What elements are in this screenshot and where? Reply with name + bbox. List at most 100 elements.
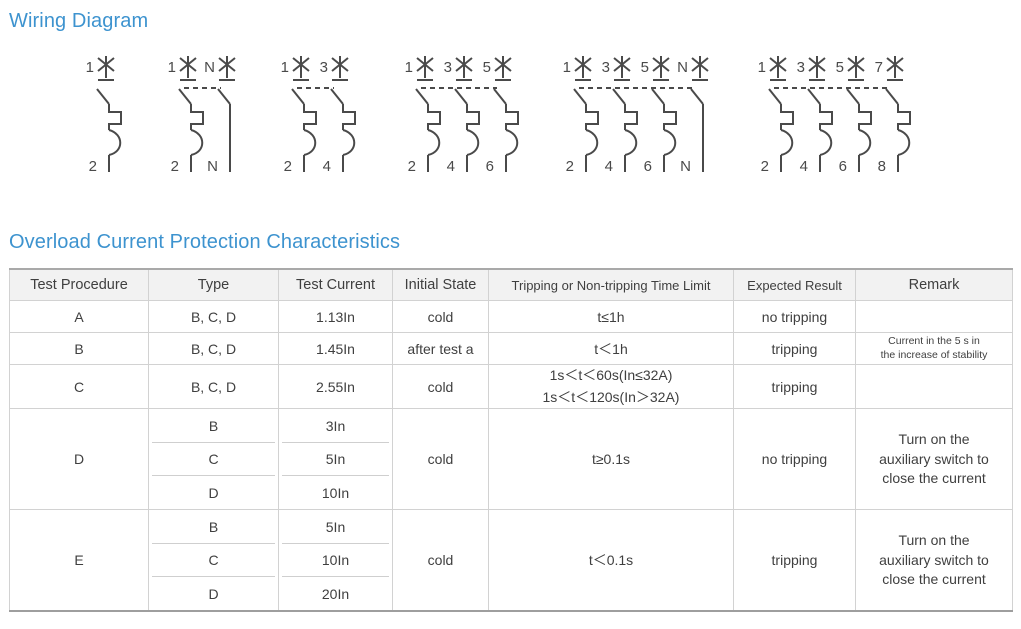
- svg-text:6: 6: [644, 158, 652, 175]
- text-line: auxiliary switch to: [879, 551, 989, 568]
- cell-type-group: BCD: [148, 509, 279, 613]
- breaker-symbol-1p: 12: [86, 56, 122, 175]
- svg-text:2: 2: [408, 158, 416, 175]
- text-line: the increase of stability: [880, 348, 988, 361]
- svg-text:2: 2: [171, 158, 179, 175]
- cell-remark: Turn on the auxiliary switch to close the …: [855, 408, 1013, 511]
- cell-expected-result: no tripping: [733, 408, 856, 511]
- cell-type-group: BCD: [148, 408, 279, 511]
- wiring-diagram-2p: 1 2 3 4: [281, 56, 374, 190]
- text-line: 1s＜t＜120s(In＞32A): [542, 388, 680, 405]
- cell-remark: [855, 363, 1013, 410]
- text-line: close the current: [882, 470, 986, 487]
- svg-text:2: 2: [566, 158, 574, 175]
- cell-test-procedure: B: [9, 332, 149, 365]
- column-header-remark: Remark: [855, 268, 1013, 301]
- cell-test-current-group: 3In 5In 10In: [278, 408, 393, 511]
- svg-text:1: 1: [168, 59, 176, 76]
- cell-test-procedure: A: [9, 300, 149, 333]
- cell-test-procedure: E: [9, 509, 149, 613]
- column-header-test-current: Test Current: [278, 268, 393, 301]
- cell-time-limit: t≤1h: [488, 300, 734, 333]
- cell-type: D: [208, 484, 219, 501]
- svg-text:1: 1: [563, 59, 571, 76]
- breaker-symbol-4p: 1 2 3 4 5 6 7 8: [758, 56, 911, 175]
- table-row: E B C D 5In 10In 20In cold t＜0.1s tripping Turn on…: [9, 509, 1013, 613]
- cell-type: B, C, D: [148, 300, 279, 333]
- svg-text:5: 5: [836, 59, 844, 76]
- svg-text:1: 1: [281, 59, 289, 76]
- svg-text:7: 7: [875, 59, 883, 76]
- svg-text:4: 4: [447, 158, 455, 175]
- cell-test-current: 3In: [282, 409, 389, 443]
- cell-remark: [855, 300, 1013, 333]
- svg-text:N: N: [207, 158, 218, 175]
- overload-characteristics-table: Test Procedure Type Test Current Initial…: [9, 268, 1013, 613]
- cell-expected-result: tripping: [733, 363, 856, 410]
- svg-text:2: 2: [761, 158, 769, 175]
- cell-remark: Current in the 5 s in the increase of sta…: [855, 332, 1013, 365]
- svg-text:6: 6: [839, 158, 847, 175]
- svg-text:1: 1: [405, 59, 413, 76]
- cell-test-current-group: 5In 10In 20In: [278, 509, 393, 613]
- wiring-diagram-1ppn: 1 2 N N: [168, 56, 261, 190]
- svg-text:8: 8: [878, 158, 886, 175]
- overload-table-container: Test Procedure Type Test Current Initial…: [9, 268, 1013, 613]
- page-title-wiring-diagram: Wiring Diagram: [9, 10, 149, 32]
- wiring-diagram-4p: 1 2 3 4 5 6 7 8: [758, 56, 929, 190]
- svg-text:3: 3: [320, 59, 328, 76]
- table-row: B B, C, D 1.45In after test a t＜1h tripping Cu…: [9, 332, 1013, 365]
- cell-type: B, C, D: [148, 332, 279, 365]
- cell-initial-state: cold: [392, 408, 489, 511]
- wiring-diagram-strip: 1212NN1234123456123456NN12345678: [0, 56, 1021, 200]
- table-row: C B, C, D 2.55In cold 1s＜t＜60s(In≤32A) 1s＜t＜1…: [9, 363, 1013, 410]
- cell-type: C: [152, 544, 275, 578]
- svg-text:5: 5: [483, 59, 491, 76]
- svg-text:5: 5: [641, 59, 649, 76]
- cell-type: B: [152, 409, 275, 443]
- cell-time-limit: t≥0.1s: [488, 408, 734, 511]
- cell-time-limit: t＜1h: [488, 332, 734, 365]
- cell-test-current: 1.13In: [278, 300, 393, 333]
- breaker-symbol-2p: 1 2 3 4: [281, 56, 356, 175]
- cell-expected-result: tripping: [733, 332, 856, 365]
- svg-text:6: 6: [486, 158, 494, 175]
- cell-test-current: 10In: [321, 484, 350, 501]
- svg-text:3: 3: [444, 59, 452, 76]
- column-header-time-limit: Tripping or Non-tripping Time Limit: [488, 268, 734, 301]
- text-line: Turn on the: [898, 431, 970, 448]
- text-line: auxiliary switch to: [879, 450, 989, 467]
- svg-text:1: 1: [758, 59, 766, 76]
- breaker-symbol-1ppn: 1 2 N N: [168, 56, 236, 175]
- cell-test-procedure: C: [9, 363, 149, 410]
- table-body: A B, C, D 1.13In cold t≤1h no tripping B B, C, …: [9, 300, 1013, 613]
- cell-initial-state: cold: [392, 509, 489, 613]
- wiring-diagram-1p: 12: [86, 56, 140, 190]
- cell-initial-state: after test a: [392, 332, 489, 365]
- cell-test-current: 1.45In: [278, 332, 393, 365]
- text-line: Turn on the: [898, 532, 970, 549]
- column-header-initial-state: Initial State: [392, 268, 489, 301]
- svg-text:N: N: [677, 59, 688, 76]
- cell-test-current: 5In: [282, 510, 389, 544]
- svg-text:N: N: [680, 158, 691, 175]
- cell-type: B, C, D: [148, 363, 279, 410]
- cell-test-procedure: D: [9, 408, 149, 511]
- cell-time-limit: 1s＜t＜60s(In≤32A) 1s＜t＜120s(In＞32A): [488, 363, 734, 410]
- cell-remark: Turn on the auxiliary switch to close the …: [855, 509, 1013, 613]
- svg-text:4: 4: [323, 158, 331, 175]
- table-header: Test Procedure Type Test Current Initial…: [9, 268, 1013, 301]
- cell-test-current: 2.55In: [278, 363, 393, 410]
- text-line: close the current: [882, 571, 986, 588]
- table-row: D B C D 3In 5In 10In cold t≥0.1s no tripping Turn …: [9, 408, 1013, 511]
- breaker-symbol-3ppn: 1 2 3 4 5 6 N N: [563, 56, 709, 175]
- svg-text:3: 3: [602, 59, 610, 76]
- cell-test-current: 5In: [282, 443, 389, 477]
- datasheet-page: Wiring Diagram 1212NN1234123456123456NN1…: [0, 0, 1021, 629]
- column-header-type: Type: [148, 268, 279, 301]
- table-row: A B, C, D 1.13In cold t≤1h no tripping: [9, 300, 1013, 333]
- text-line: Current in the 5 s in: [888, 334, 980, 347]
- svg-text:N: N: [204, 59, 215, 76]
- svg-text:1: 1: [86, 59, 94, 76]
- column-header-test-procedure: Test Procedure: [9, 268, 149, 301]
